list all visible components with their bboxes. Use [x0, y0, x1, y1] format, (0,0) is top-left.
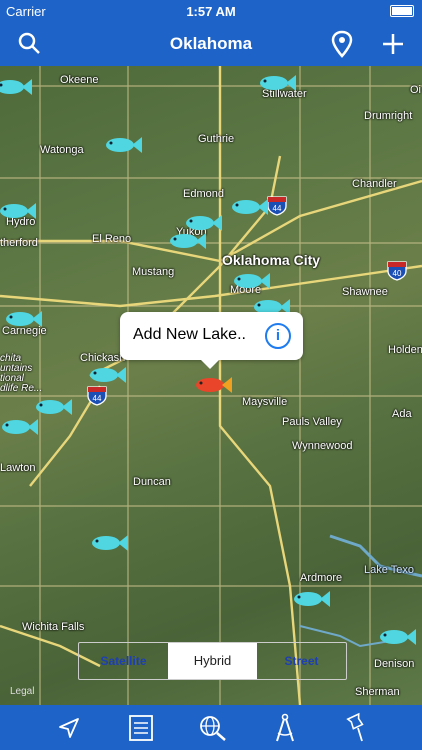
- fish-marker-icon[interactable]: [166, 230, 206, 252]
- page-title: Oklahoma: [169, 34, 253, 53]
- svg-text:44: 44: [273, 204, 282, 213]
- map-label-denison: Denison: [374, 658, 415, 670]
- nav-bar: Oklahoma: [0, 22, 422, 66]
- map-label-shawnee: Shawnee: [342, 286, 388, 298]
- segment-street[interactable]: Street: [257, 643, 346, 679]
- map-label-chickasha: Chickash: [80, 352, 126, 364]
- bottom-toolbar: [0, 705, 422, 750]
- map-label-guthrie: Guthrie: [198, 133, 235, 145]
- fish-marker-icon[interactable]: [228, 196, 268, 218]
- interstate-44-shield-icon: 44: [267, 196, 287, 216]
- fish-marker-icon[interactable]: [0, 76, 32, 98]
- status-bar: Carrier 1:57 AM: [0, 0, 422, 22]
- map-label-drumright: Drumright: [364, 110, 413, 122]
- map-label-mustang: Mustang: [132, 266, 175, 278]
- map-label-edmond: Edmond: [183, 188, 224, 200]
- battery-icon: [390, 5, 414, 17]
- map-label-ada: Ada: [392, 408, 412, 420]
- map-label-ardmore: Ardmore: [300, 572, 343, 584]
- svg-text:44: 44: [93, 394, 102, 403]
- map-label-weatherford: therford: [0, 237, 38, 249]
- map-label-maysville: Maysville: [242, 396, 288, 408]
- map-label-oklahoma-city: Oklahoma City: [222, 252, 321, 268]
- globe-search-icon[interactable]: [196, 711, 230, 745]
- map-label-oi: Oi: [410, 84, 421, 96]
- map-label-lake-texoma: Lake Texo: [364, 564, 414, 576]
- map-label-duncan: Duncan: [133, 476, 171, 488]
- map-type-segmented-control: Satellite Hybrid Street: [78, 642, 347, 680]
- fish-marker-icon[interactable]: [290, 588, 330, 610]
- fish-marker-icon[interactable]: [2, 308, 42, 330]
- map-label-sherman: Sherman: [355, 686, 400, 698]
- map-label-okeene: Okeene: [60, 74, 99, 86]
- clock: 1:57 AM: [186, 4, 236, 19]
- fish-marker-icon[interactable]: [230, 270, 270, 292]
- selected-fish-marker-icon[interactable]: [192, 374, 232, 396]
- list-icon[interactable]: [124, 711, 158, 745]
- map-label-chandler: Chandler: [352, 178, 397, 190]
- segment-hybrid[interactable]: Hybrid: [168, 643, 257, 679]
- info-icon[interactable]: i: [265, 323, 291, 349]
- map-label-watonga: Watonga: [40, 144, 84, 156]
- legal-link[interactable]: Legal: [10, 686, 34, 697]
- map-label-pauls-valley: Pauls Valley: [282, 416, 342, 428]
- pushpin-icon[interactable]: [340, 711, 374, 745]
- fish-marker-icon[interactable]: [376, 626, 416, 648]
- add-lake-callout[interactable]: Add New Lake.. i: [120, 312, 303, 369]
- map-label-holdenville: Holden: [388, 344, 422, 356]
- interstate-44-shield-icon: 44: [87, 386, 107, 406]
- fish-marker-icon[interactable]: [102, 134, 142, 156]
- fish-marker-icon[interactable]: [32, 396, 72, 418]
- interstate-40-shield-icon: 40: [387, 261, 407, 281]
- fish-marker-icon[interactable]: [0, 416, 38, 438]
- fish-marker-icon[interactable]: [0, 200, 36, 222]
- location-pin-icon[interactable]: [326, 28, 358, 60]
- navigate-arrow-icon[interactable]: [52, 711, 86, 745]
- map-view[interactable]: Okeene Stillwater Drumright Oi Watonga G…: [0, 66, 422, 705]
- callout-label: Add New Lake..: [133, 326, 246, 343]
- fish-marker-icon[interactable]: [88, 532, 128, 554]
- svg-text:40: 40: [393, 269, 402, 278]
- map-label-el-reno: El Reno: [92, 233, 132, 245]
- segment-satellite[interactable]: Satellite: [79, 643, 168, 679]
- map-label-wichita-falls: Wichita Falls: [22, 621, 85, 633]
- compass-draw-icon[interactable]: [268, 711, 302, 745]
- fish-marker-icon[interactable]: [86, 364, 126, 386]
- fish-marker-icon[interactable]: [256, 72, 296, 94]
- map-label-wichita-mountains: chita untains tional dlife Re...: [0, 353, 43, 394]
- plus-icon[interactable]: [377, 28, 409, 60]
- map-label-wynnewood: Wynnewood: [292, 440, 353, 452]
- map-label-lawton: Lawton: [0, 462, 36, 474]
